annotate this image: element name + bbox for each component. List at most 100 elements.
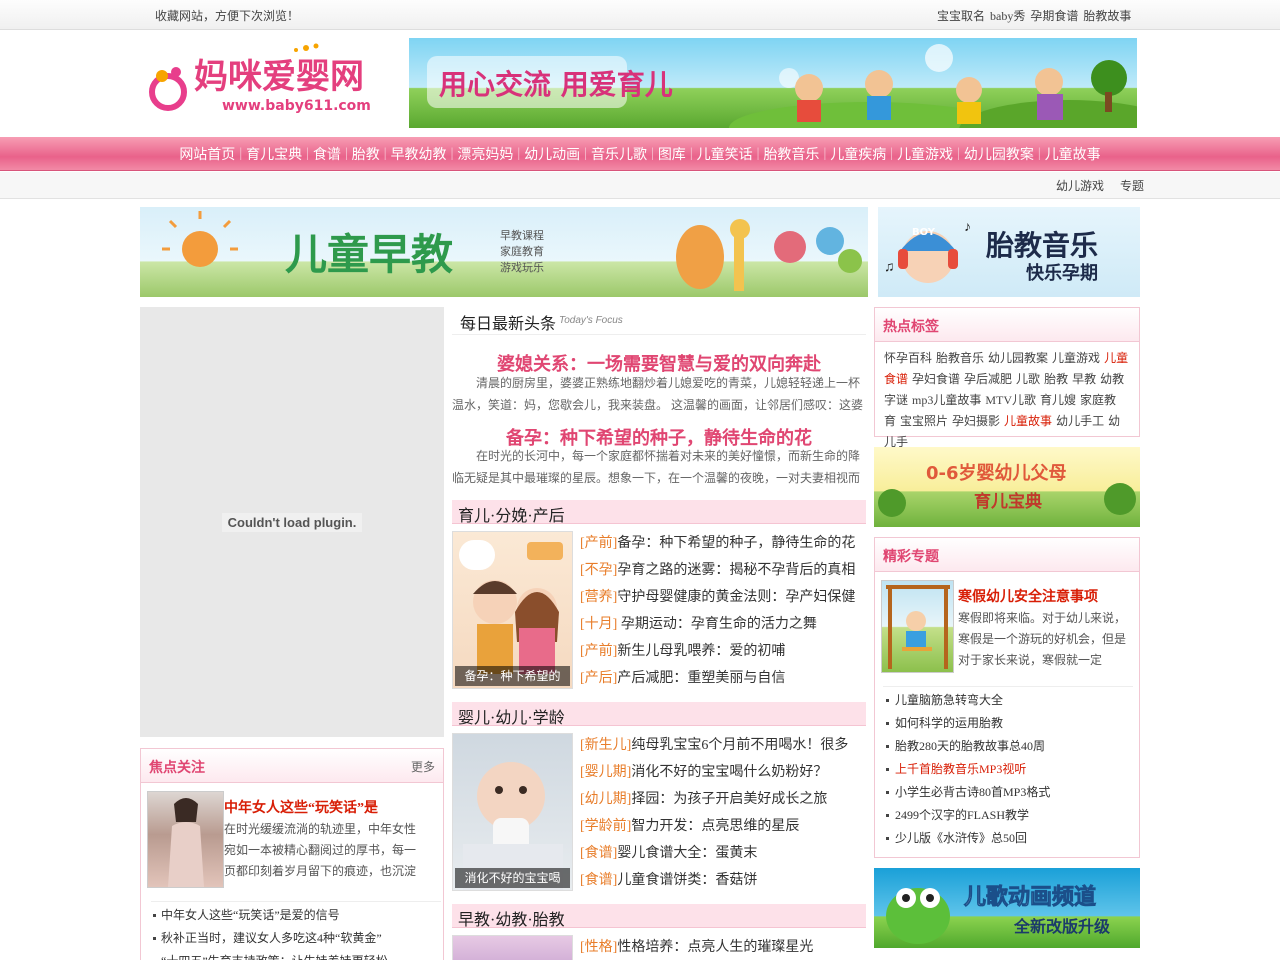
baby-photo-icon bbox=[463, 762, 563, 890]
parenting-guide-banner[interactable]: 0-6岁婴幼儿父母 育儿宝典 bbox=[874, 447, 1140, 527]
top-links: 宝宝取名 baby秀 孕期食谱 胎教故事 bbox=[937, 7, 1131, 24]
top-link-baby-show[interactable]: baby秀 bbox=[990, 7, 1025, 24]
list-item[interactable]: [产后]产后减肥：重塑美丽与自信 bbox=[580, 665, 866, 692]
nav-parenting[interactable]: 育儿宝典 bbox=[242, 144, 306, 164]
svg-text:♫: ♫ bbox=[884, 260, 895, 275]
list-item[interactable]: 如何科学的运用胎教 bbox=[883, 712, 1133, 735]
list-item[interactable]: [产前]新生儿母乳喂养：爱的初哺 bbox=[580, 638, 866, 665]
kid-swing-icon bbox=[886, 585, 950, 669]
hot-tag[interactable]: mp3儿童故事 bbox=[912, 393, 981, 407]
section-thumbnail-infant[interactable]: 消化不好的宝宝喝 bbox=[452, 733, 573, 891]
svg-text:育儿宝典: 育儿宝典 bbox=[974, 491, 1042, 512]
prenatal-music-illustration: BOY ♪ ♫ 胎教音乐 快乐孕期 bbox=[884, 220, 1098, 284]
focus-thumbnail[interactable] bbox=[147, 791, 224, 888]
list-item[interactable]: [食谱]婴儿食谱大全：蛋黄末 bbox=[580, 840, 866, 867]
bookmark-text[interactable]: 收藏网站，方便下次浏览！ bbox=[155, 7, 299, 24]
list-item[interactable]: [幼儿期]择园：为孩子开启美好成长之旅 bbox=[580, 786, 866, 813]
hot-tag[interactable]: 孕妇摄影 bbox=[952, 414, 1000, 428]
hot-tag[interactable]: MTV儿歌 bbox=[985, 393, 1036, 407]
list-item[interactable]: [新生儿]纯母乳宝宝6个月前不用喝水！很多 bbox=[580, 732, 866, 759]
list-item[interactable]: [不孕]孕育之路的迷雾：揭秘不孕背后的真相 bbox=[580, 557, 866, 584]
nav-child-games[interactable]: 儿童游戏 bbox=[893, 144, 957, 164]
list-item[interactable]: [性格]性格培养：点亮人生的璀璨星光 bbox=[580, 934, 866, 960]
hot-tag[interactable]: 怀孕百科 bbox=[884, 351, 932, 365]
hot-tag[interactable]: 幼儿园教案 bbox=[988, 351, 1048, 365]
list-item[interactable]: “十四五”生育支持政策：让生娃养娃更轻松 bbox=[151, 950, 441, 960]
list-item[interactable]: [营养]守护母婴健康的黄金法则：孕产妇保健 bbox=[580, 584, 866, 611]
song-animation-banner[interactable]: 儿歌动画频道 全新改版升级 bbox=[874, 868, 1140, 948]
nav-recipes[interactable]: 食谱 bbox=[309, 144, 345, 164]
hot-tag[interactable]: 宝宝照片 bbox=[900, 414, 948, 428]
nav-prenatal-music[interactable]: 胎教音乐 bbox=[759, 144, 823, 164]
top-bar: 收藏网站，方便下次浏览！ 宝宝取名 baby秀 孕期食谱 胎教故事 bbox=[0, 0, 1280, 30]
nav-home[interactable]: 网站首页 bbox=[175, 144, 239, 164]
hot-tags-list: 怀孕百科 胎教音乐 幼儿园教案 儿童游戏 儿童食谱 孕妇食谱 孕后减肥 儿歌 胎教 早教 幼教字谜 m… bbox=[884, 348, 1132, 453]
site-logo[interactable]: 妈咪爱婴网 www.baby611.com bbox=[146, 42, 401, 120]
special-topics-box: 精彩专题 寒假幼儿安全注意事项 寒假即将来临。对于幼儿来说，寒假是一个游玩的好机… bbox=[874, 537, 1140, 858]
nav-gallery[interactable]: 图库 bbox=[654, 144, 690, 164]
subnav-kids-games[interactable]: 幼儿游戏 bbox=[1056, 177, 1104, 194]
nav-cartoons[interactable]: 幼儿动画 bbox=[520, 144, 584, 164]
hot-tag[interactable]: 幼儿手工 bbox=[1056, 414, 1104, 428]
list-item[interactable]: [食谱]儿童食谱饼类：香菇饼 bbox=[580, 867, 866, 894]
list-item[interactable]: 2499个汉字的FLASH教学 bbox=[883, 804, 1133, 827]
top-link-prenatal-stories[interactable]: 胎教故事 bbox=[1083, 7, 1131, 24]
section-header-early-ed[interactable]: 早教·幼教·胎教 bbox=[452, 904, 866, 929]
early-education-banner[interactable]: 儿童早教 早教课程 家庭教育 游戏玩乐 bbox=[140, 207, 868, 297]
list-item[interactable]: [婴儿期]消化不好的宝宝喝什么奶粉好？ bbox=[580, 759, 866, 786]
svg-text:全新改版升级: 全新改版升级 bbox=[1013, 917, 1111, 936]
list-item[interactable]: 中年女人这些“玩笑话”是爱的信号 bbox=[151, 904, 441, 927]
hot-tag[interactable]: 儿歌 bbox=[1016, 372, 1040, 386]
hot-tag[interactable]: 孕后减肥 bbox=[964, 372, 1012, 386]
special-thumbnail[interactable] bbox=[881, 580, 954, 673]
list-item[interactable]: 上千首胎教音乐MP3视听 bbox=[883, 758, 1133, 781]
nav-jokes[interactable]: 儿童笑话 bbox=[693, 144, 757, 164]
hot-tag[interactable]: 儿童游戏 bbox=[1052, 351, 1100, 365]
flash-plugin-area[interactable]: Couldn't load plugin. bbox=[140, 307, 444, 737]
list-item[interactable]: 儿童脑筋急转弯大全 bbox=[883, 689, 1133, 712]
hot-tag[interactable]: 字谜 bbox=[884, 393, 908, 407]
hot-tag[interactable]: 早教 bbox=[1072, 372, 1096, 386]
early-education-illustration: 儿童早教 早教课程 家庭教育 游戏玩乐 bbox=[162, 211, 862, 291]
section-thumbnail-caption: 消化不好的宝宝喝 bbox=[455, 868, 570, 888]
list-item[interactable]: 少儿版《水浒传》总50回 bbox=[883, 827, 1133, 850]
svg-text:BOY: BOY bbox=[912, 227, 936, 238]
section-thumbnail-caption: 备孕：种下希望的 bbox=[455, 666, 570, 686]
nav-prenatal[interactable]: 胎教 bbox=[348, 144, 384, 164]
nav-pretty-mom[interactable]: 漂亮妈妈 bbox=[453, 144, 517, 164]
hot-tag[interactable]: 儿童故事 bbox=[1004, 414, 1052, 428]
list-item[interactable]: [学龄前]智力开发：点亮思维的星辰 bbox=[580, 813, 866, 840]
hot-tag[interactable]: 胎教音乐 bbox=[936, 351, 984, 365]
special-headline[interactable]: 寒假幼儿安全注意事项 bbox=[958, 586, 1098, 606]
subnav-topics[interactable]: 专题 bbox=[1120, 177, 1144, 194]
prenatal-music-banner[interactable]: BOY ♪ ♫ 胎教音乐 快乐孕期 bbox=[878, 207, 1140, 297]
top-link-pregnancy-recipes[interactable]: 孕期食谱 bbox=[1030, 7, 1078, 24]
svg-text:家庭教育: 家庭教育 bbox=[500, 244, 544, 258]
nav-child-diseases[interactable]: 儿童疾病 bbox=[826, 144, 890, 164]
list-item[interactable]: 秋补正当时，建议女人多吃这4种“软黄金” bbox=[151, 927, 441, 950]
section-header-infant[interactable]: 婴儿·幼儿·学龄 bbox=[452, 702, 866, 727]
hot-tag[interactable]: 育儿嫂 bbox=[1040, 393, 1076, 407]
svg-text:www.baby611.com: www.baby611.com bbox=[222, 98, 371, 114]
list-item[interactable]: 胎教280天的胎教故事总40周 bbox=[883, 735, 1133, 758]
list-item[interactable]: [十月] 孕期运动：孕育生命的活力之舞 bbox=[580, 611, 866, 638]
hot-tag[interactable]: 孕妇食谱 bbox=[912, 372, 960, 386]
list-item[interactable]: 小学生必背古诗80首MP3格式 bbox=[883, 781, 1133, 804]
nav-stories[interactable]: 儿童故事 bbox=[1041, 144, 1105, 164]
focus-headline[interactable]: 中年女人这些“玩笑话”是 bbox=[224, 797, 378, 817]
hot-tag[interactable]: 胎教 bbox=[1044, 372, 1068, 386]
top-link-baby-name[interactable]: 宝宝取名 bbox=[937, 7, 985, 24]
hot-tag[interactable]: 幼教 bbox=[1100, 372, 1124, 386]
section-thumbnail-early-ed[interactable] bbox=[452, 935, 573, 960]
top-banner[interactable]: 用心交流 用爱育儿 bbox=[409, 38, 1137, 128]
main-nav: 网站首页 | 育儿宝典 | 食谱 | 胎教 | 早教幼教 | 漂亮妈妈 | 幼儿动画 | 音乐… bbox=[0, 137, 1280, 171]
nav-early-education[interactable]: 早教幼教 bbox=[387, 144, 451, 164]
focus-more-link[interactable]: 更多 bbox=[411, 758, 435, 775]
svg-text:0-6岁婴幼儿父母: 0-6岁婴幼儿父母 bbox=[926, 462, 1067, 484]
nav-music-songs[interactable]: 音乐儿歌 bbox=[587, 144, 651, 164]
section-header-birth[interactable]: 育儿·分娩·产后 bbox=[452, 500, 866, 525]
section-thumbnail-birth[interactable]: 备孕：种下希望的 bbox=[452, 531, 573, 689]
list-item[interactable]: [产前]备孕：种下希望的种子，静待生命的花 bbox=[580, 530, 866, 557]
nav-kindergarten-plans[interactable]: 幼儿园教案 bbox=[960, 144, 1038, 164]
special-topics-title: 精彩专题 bbox=[883, 550, 939, 565]
